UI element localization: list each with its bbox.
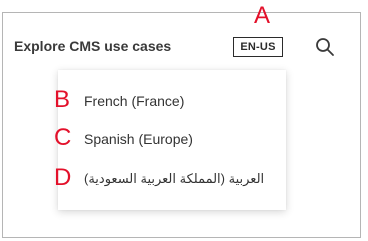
language-option-french[interactable]: French (France): [84, 93, 184, 109]
annotation-label-b: B: [54, 86, 71, 113]
page-title: Explore CMS use cases: [14, 38, 172, 54]
language-dropdown: French (France) Spanish (Europe) العربية…: [58, 70, 286, 210]
language-selector-button[interactable]: EN-US: [233, 37, 283, 57]
search-icon[interactable]: [314, 36, 336, 58]
annotation-label-a: A: [254, 2, 271, 29]
annotation-label-d: D: [54, 164, 72, 191]
language-option-spanish[interactable]: Spanish (Europe): [84, 131, 193, 147]
annotation-label-c: C: [54, 124, 72, 151]
language-option-arabic[interactable]: العربية (المملكة العربية السعودية): [84, 171, 264, 187]
